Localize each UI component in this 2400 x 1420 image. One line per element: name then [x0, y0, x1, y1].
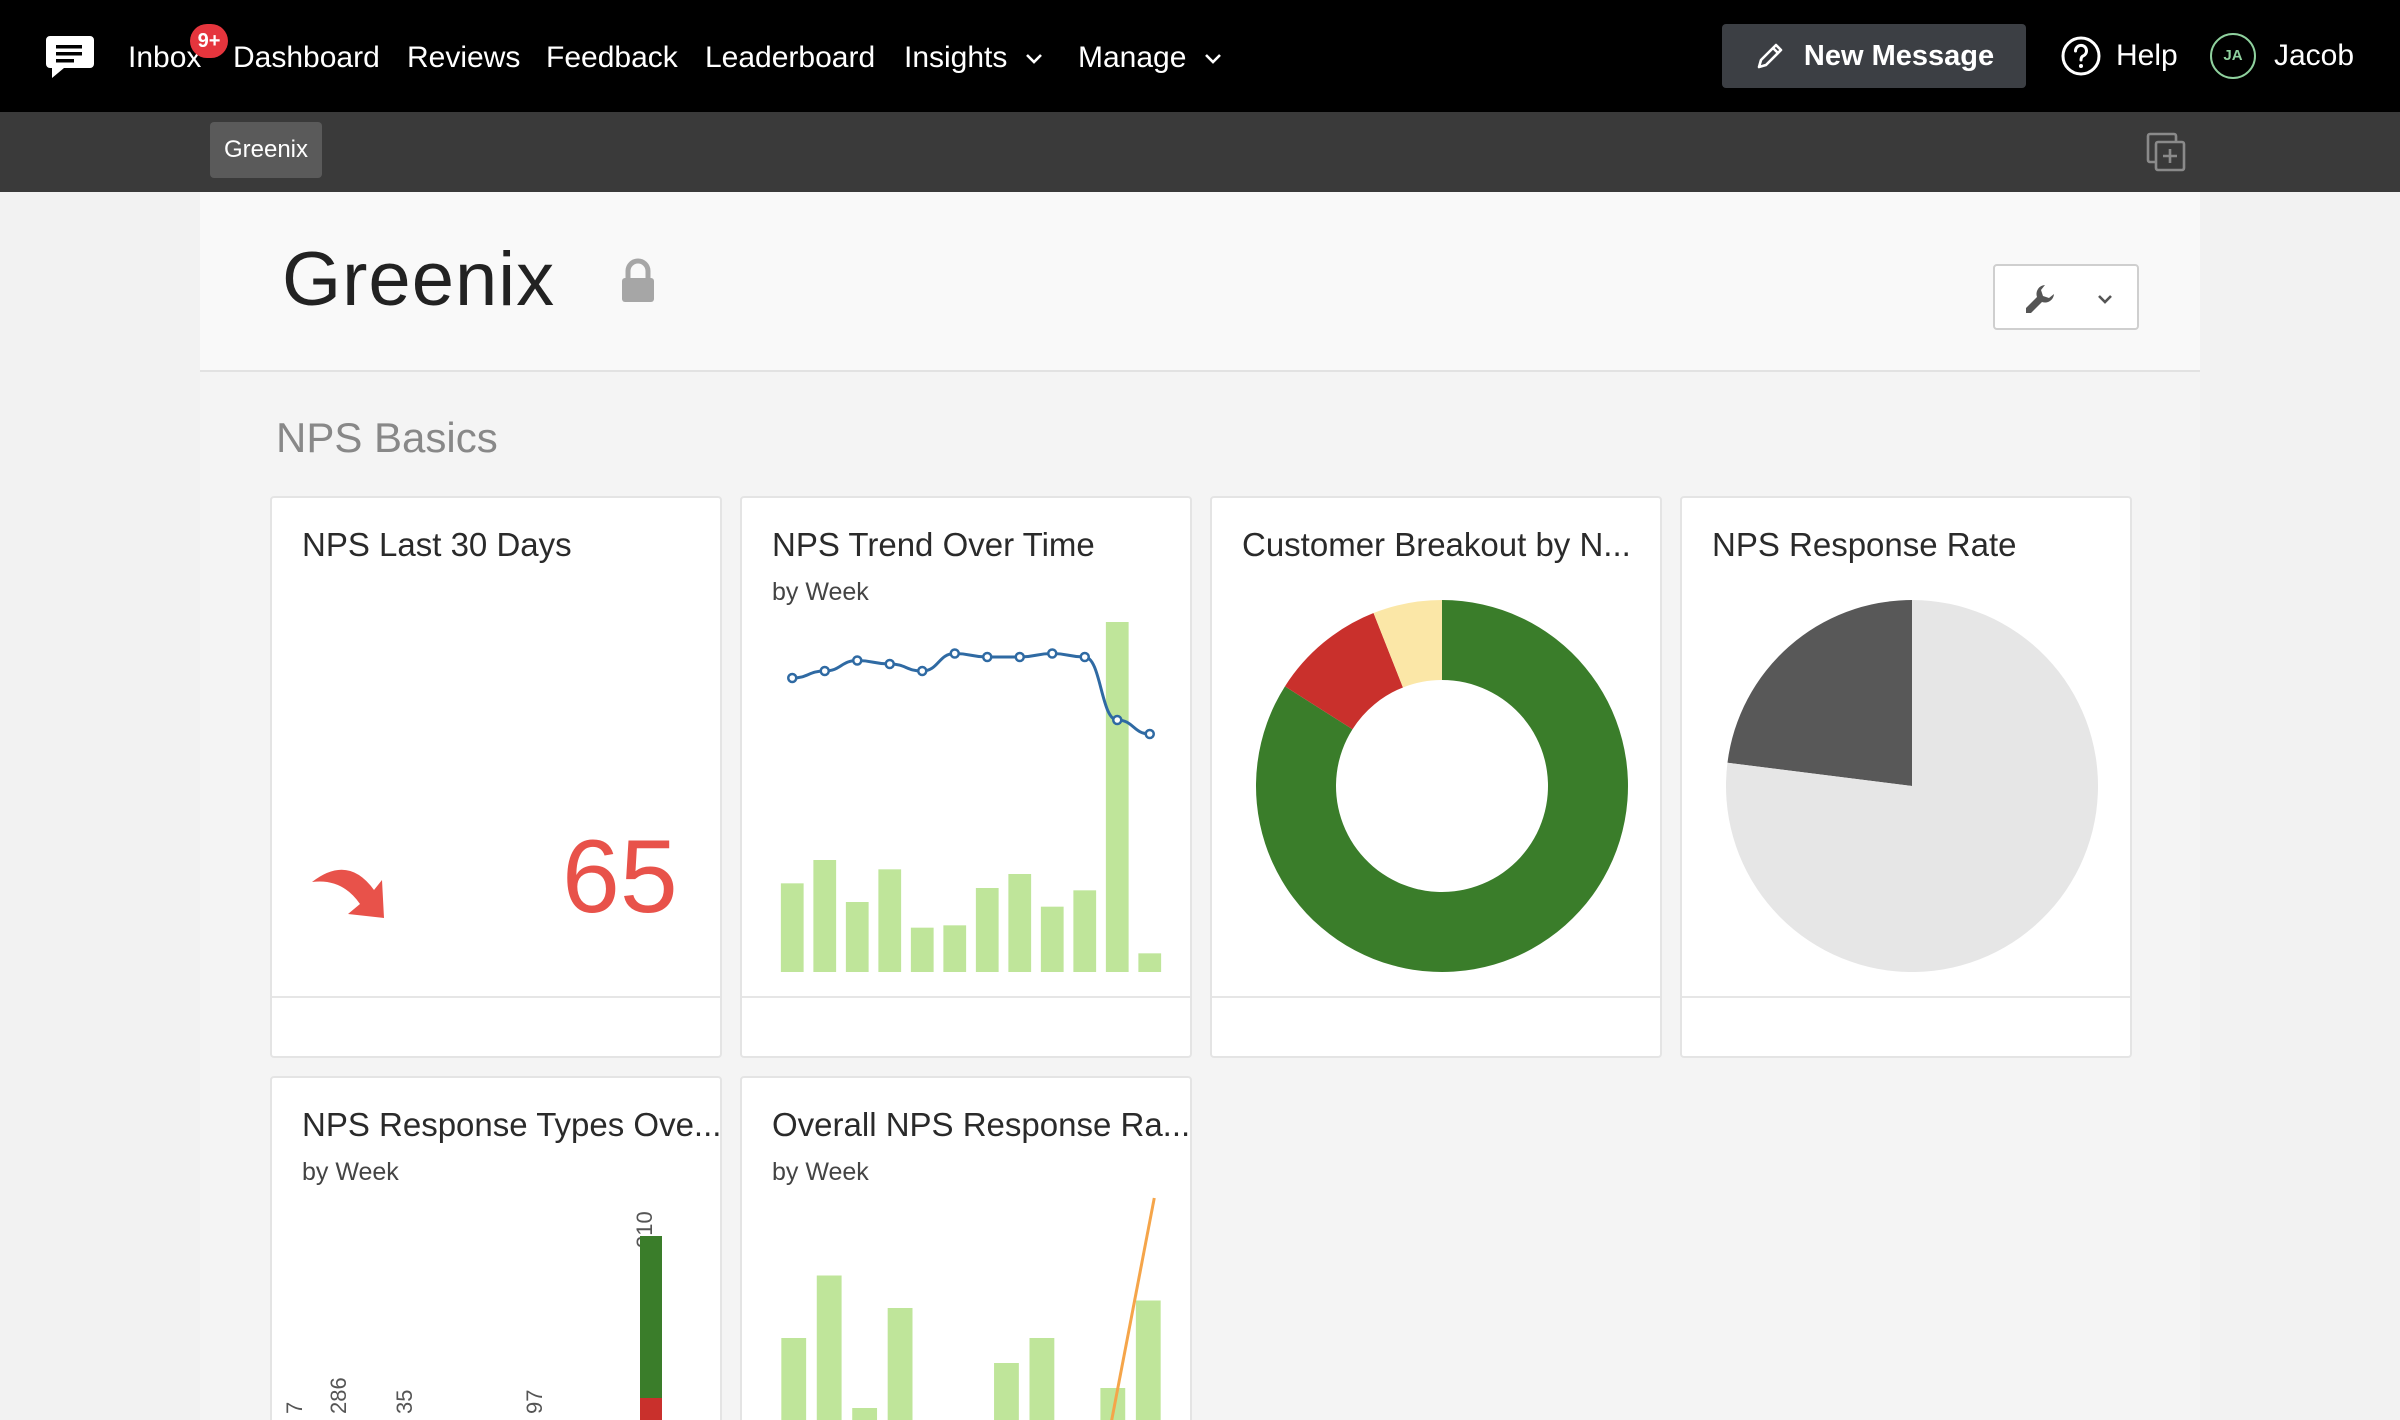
line-point [884, 658, 895, 670]
copy-add-icon[interactable] [2144, 130, 2188, 174]
card-footer [742, 996, 1190, 1056]
nav-insights[interactable]: Insights [904, 38, 1044, 78]
stacked-bar-detractors [640, 1398, 662, 1420]
nav-insights-label: Insights [904, 41, 1008, 74]
new-message-label: New Message [1803, 39, 1995, 72]
section-title: NPS Basics [276, 414, 498, 461]
new-message-button[interactable]: New Message [1722, 24, 2026, 88]
card-title: NPS Trend Over Time [772, 526, 1095, 563]
user-name: Jacob [2274, 39, 2355, 72]
help-circle-icon [2061, 36, 2101, 76]
stacked-bar-promoters [640, 1236, 662, 1398]
chart-bar [1073, 890, 1097, 972]
sub-nav: Greenix [0, 112, 2400, 192]
nav-dashboard[interactable]: Dashboard [233, 38, 380, 78]
response-rate-pie-chart [1726, 600, 2098, 972]
line-point [949, 648, 960, 659]
chart-bar [852, 1408, 878, 1420]
line-point [1014, 651, 1025, 663]
card-subtitle: by Week [302, 1158, 399, 1186]
top-nav: Inbox 9+ Dashboard Reviews Feedback Lead… [0, 0, 2400, 112]
wrench-icon [2026, 285, 2054, 313]
chart-bar [1138, 953, 1162, 972]
nps-score-value: 65 [562, 819, 678, 935]
trend-down-arrow-icon [312, 869, 384, 918]
card-title: Customer Breakout by N... [1242, 526, 1631, 563]
chart-bar [975, 888, 999, 972]
line-point [1047, 648, 1058, 659]
chart-bar [1105, 622, 1129, 972]
data-label: 97 [522, 1390, 547, 1414]
nav-manage[interactable]: Manage [1078, 38, 1223, 78]
line-point [819, 665, 830, 677]
nav-leaderboard[interactable]: Leaderboard [705, 38, 875, 78]
chevron-down-icon [1204, 54, 1221, 64]
chart-bar [816, 1275, 842, 1420]
line-point [982, 651, 993, 663]
card-overall-nps-response-rate[interactable]: Overall NPS Response Ra... by Week [740, 1076, 1192, 1420]
lock-icon [622, 258, 654, 302]
help-label: Help [2116, 39, 2178, 72]
pie-slice [1727, 600, 1912, 786]
chart-bar [1135, 1300, 1161, 1420]
line-point [917, 665, 928, 677]
chart-bar [1008, 874, 1032, 972]
card-title: NPS Response Rate [1712, 526, 2017, 563]
pencil-icon [1757, 43, 1783, 69]
chart-bar [910, 927, 934, 972]
avatar: JA [2210, 33, 2256, 79]
chevron-down-icon [2098, 295, 2112, 304]
nps-trend-chart [780, 622, 1162, 972]
data-label: 7 [282, 1402, 307, 1414]
card-subtitle: by Week [772, 578, 869, 606]
line-point [852, 655, 863, 666]
chevron-down-icon [1025, 54, 1042, 64]
card-nps-last-30-days[interactable]: NPS Last 30 Days 65 [270, 496, 722, 1058]
chart-bar [813, 860, 837, 972]
card-footer [1682, 996, 2130, 1056]
nav-feedback[interactable]: Feedback [546, 38, 678, 78]
chart-bar [845, 902, 869, 972]
card-title: NPS Last 30 Days [302, 526, 572, 563]
data-label: 35 [392, 1390, 417, 1414]
dashboard-content: Greenix NPS Basics NPS Last 30 Days 65 N… [200, 192, 2200, 1420]
chart-bar [887, 1308, 913, 1420]
card-nps-trend-over-time[interactable]: NPS Trend Over Time by Week [740, 496, 1192, 1058]
line-point [1144, 728, 1155, 740]
user-menu[interactable]: JA Jacob [2210, 32, 2354, 80]
card-footer [272, 996, 720, 1056]
customer-breakout-donut-chart [1256, 600, 1628, 972]
card-title: NPS Response Types Ove... [302, 1106, 722, 1143]
card-customer-breakout[interactable]: Customer Breakout by N... [1210, 496, 1662, 1058]
nav-reviews[interactable]: Reviews [407, 38, 520, 78]
card-nps-response-rate[interactable]: NPS Response Rate [1680, 496, 2132, 1058]
card-subtitle: by Week [772, 1158, 869, 1186]
chart-bar [1029, 1338, 1055, 1420]
data-label: 286 [326, 1377, 351, 1414]
chart-bar [1040, 906, 1064, 972]
chart-bar [878, 869, 902, 972]
chart-bar [780, 883, 804, 972]
dashboard-header: Greenix [200, 192, 2200, 372]
dashboard-settings-button[interactable] [1993, 264, 2139, 330]
card-footer [1212, 996, 1660, 1056]
workspace-tab[interactable]: Greenix [210, 122, 322, 178]
chat-logo-icon[interactable] [44, 30, 96, 82]
card-title: Overall NPS Response Ra... [772, 1106, 1191, 1143]
chart-bar [943, 925, 967, 972]
chart-bar [994, 1363, 1019, 1420]
line-point [1112, 714, 1123, 726]
line-point [1079, 651, 1090, 663]
help-link[interactable]: Help [2060, 32, 2178, 80]
nav-manage-label: Manage [1078, 41, 1187, 74]
chart-bar [781, 1338, 807, 1420]
card-nps-response-types[interactable]: 7 286 35 97 310 NPS Response Types Ove... by… [270, 1076, 722, 1420]
series-line [792, 651, 1150, 736]
page-title: Greenix [282, 237, 556, 322]
line-point [787, 672, 798, 684]
inbox-badge: 9+ [190, 24, 228, 58]
